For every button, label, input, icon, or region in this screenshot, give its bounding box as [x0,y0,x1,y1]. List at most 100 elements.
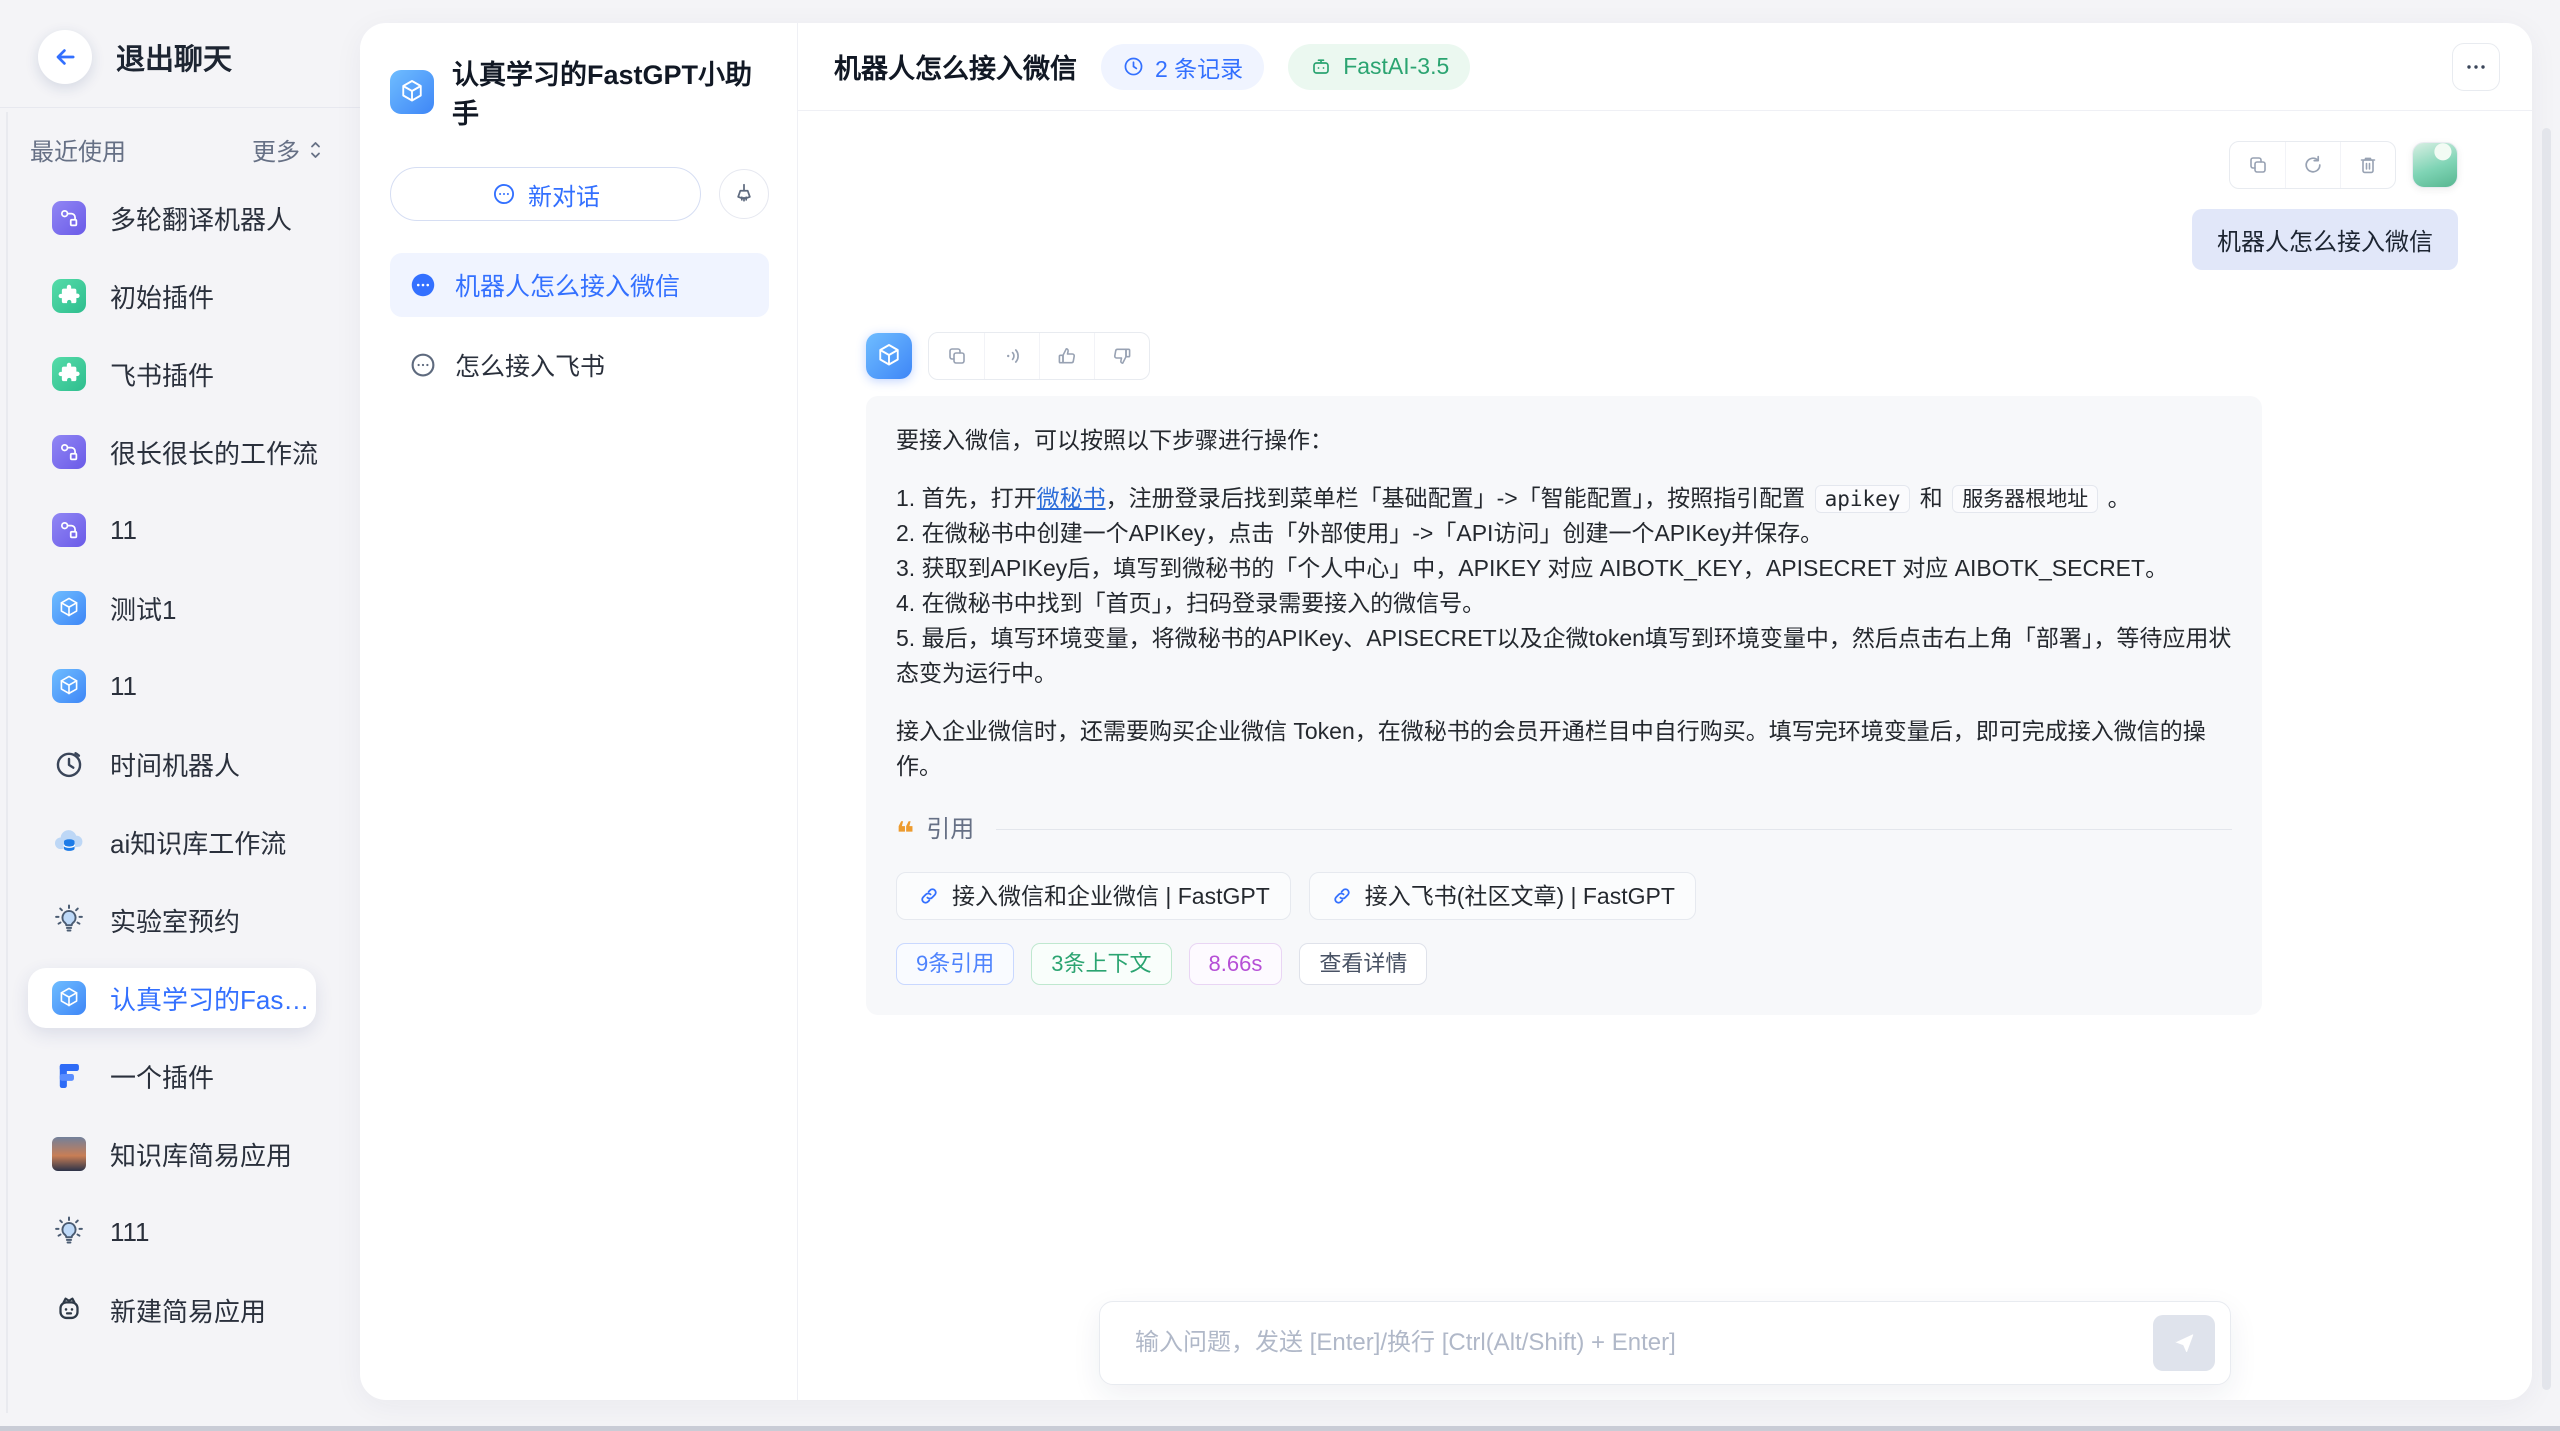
more-button[interactable]: 更多 [252,132,324,167]
quote-icon: ❝ [896,818,914,849]
workflow-icon [52,201,86,235]
page-scrollbar[interactable] [2542,128,2551,1390]
sidebar-app-list: 多轮翻译机器人初始插件飞书插件很长很长的工作流 11 测试1 11 时间机器人 ai知识库… [0,167,360,1349]
plugin-icon [52,279,86,313]
sidebar-item-11-cube[interactable]: 11 [0,647,360,725]
sidebar-item-chushi-chajian[interactable]: 初始插件 [0,257,360,335]
sidebar-item-label: 时间机器人 [110,746,240,783]
user-message-bubble: 机器人怎么接入微信 [2192,209,2458,270]
exit-chat-button[interactable]: 退出聊天 [0,0,360,84]
assistant-avatar [866,333,912,379]
kb-icon [52,825,86,859]
assistant-step: 1. 首先，打开微秘书，注册登录后找到菜单栏「基础配置」->「智能配置」，按照指… [896,481,2232,516]
assistant-message-card: 要接入微信，可以按照以下步骤进行操作： 1. 首先，打开微秘书，注册登录后找到菜… [866,396,2262,1015]
retry-icon[interactable] [2285,142,2340,188]
assistant-step: 5. 最后，填写环境变量，将微秘书的APIKey、APISECRET以及企微to… [896,621,2232,691]
back-arrow-icon[interactable] [38,30,92,84]
citation-list: 接入微信和企业微信 | FastGPT 接入飞书(社区文章) | FastGPT [896,872,2232,920]
citation-label: 接入飞书(社区文章) | FastGPT [1365,879,1675,914]
sidebar-item-label: 11 [110,671,137,702]
plugin-icon [52,357,86,391]
inline-link[interactable]: 微秘书 [1037,485,1106,511]
assistant-message-actions [928,332,1150,380]
workflow-icon [52,513,86,547]
chat-panel: 机器人怎么接入微信 2 条记录 FastAI-3.5 [798,23,2532,1400]
response-tag-green[interactable]: 3条上下文 [1031,943,1171,985]
message-input[interactable] [1135,1329,2153,1357]
bulb-icon [52,1215,86,1249]
sidebar-scroll-track [6,112,8,1413]
sidebar-item-shijian-robot[interactable]: 时间机器人 [0,725,360,803]
copy-icon[interactable] [929,333,984,379]
sidebar-item-label: 新建简易应用 [110,1292,266,1329]
sidebar-item-henchang-workflow[interactable]: 很长很长的工作流 [0,413,360,491]
sidebar-item-feishu-chajian[interactable]: 飞书插件 [0,335,360,413]
chat-bubble-icon [408,350,438,380]
citation-chip-1[interactable]: 接入飞书(社区文章) | FastGPT [1309,872,1696,920]
delete-icon[interactable] [2340,142,2395,188]
sidebar-item-label: 11 [110,515,137,546]
assistant-step: 3. 获取到APIKey后，填写到微秘书的「个人中心」中，APIKEY 对应 A… [896,551,2232,586]
citation-chip-0[interactable]: 接入微信和企业微信 | FastGPT [896,872,1291,920]
thumbs-down-icon[interactable] [1094,333,1149,379]
thumbs-up-icon[interactable] [1039,333,1094,379]
response-tag-gray[interactable]: 查看详情 [1299,943,1427,985]
sidebar-item-label: 很长很长的工作流 [110,434,318,471]
user-message: 机器人怎么接入微信 [866,141,2458,270]
sidebar-item-label: 一个插件 [110,1058,214,1095]
cube-icon [52,591,86,625]
user-avatar [2412,142,2458,188]
sidebar-item-111[interactable]: 111 [0,1193,360,1271]
sidebar-item-fastgpt-helper[interactable]: 认真学习的FastGPT... [28,968,316,1028]
chat-bubble-icon [408,270,438,300]
response-tag-purple[interactable]: 8.66s [1189,943,1283,985]
inline-code: 服务器根地址 [1952,485,2098,513]
tag-list: 9条引用 3条上下文 8.66s 查看详情 [896,943,2232,985]
new-chat-button[interactable]: 新对话 [390,167,701,221]
exit-chat-label: 退出聊天 [116,36,232,78]
bulb-icon [52,903,86,937]
chat-bubble-icon [491,181,517,207]
assistant-step: 4. 在微秘书中找到「首页」，扫码登录需要接入的微信号。 [896,586,2232,621]
sidebar-item-zhishiku-app[interactable]: 知识库简易应用 [0,1115,360,1193]
send-icon [2171,1330,2197,1356]
sidebar-item-ceshi1[interactable]: 测试1 [0,569,360,647]
clock-icon [1122,55,1145,78]
message-input-card [1099,1301,2231,1385]
assistant-steps: 1. 首先，打开微秘书，注册登录后找到菜单栏「基础配置」->「智能配置」，按照指… [896,481,2232,691]
window-bottom-edge [0,1426,2560,1431]
conversation-item-1[interactable]: 怎么接入飞书 [390,333,769,397]
chat-more-button[interactable] [2452,43,2500,91]
quote-section: ❝ 引用 [896,812,2232,848]
sidebar-item-label: 111 [110,1217,150,1248]
cube-icon [52,981,86,1015]
sidebar-item-11-workflow[interactable]: 11 [0,491,360,569]
copy-icon[interactable] [2230,142,2285,188]
send-button[interactable] [2153,1315,2215,1371]
sidebar-item-label: 认真学习的FastGPT... [110,980,316,1017]
records-badge[interactable]: 2 条记录 [1101,44,1264,90]
sidebar-item-label: 多轮翻译机器人 [110,200,292,237]
conversation-panel: 认真学习的FastGPT小助手 新对话 机器人怎么接入微信怎么接入飞书 [360,23,798,1400]
sidebar-item-duolun-fanyi[interactable]: 多轮翻译机器人 [0,179,360,257]
conversation-item-0[interactable]: 机器人怎么接入微信 [390,253,769,317]
app-title: 认真学习的FastGPT小助手 [452,53,769,131]
sidebar-item-shiyanshi[interactable]: 实验室预约 [0,881,360,959]
quote-label: 引用 [926,812,974,848]
sidebar-item-ai-zhishiku[interactable]: ai知识库工作流 [0,803,360,881]
assistant-intro: 要接入微信，可以按照以下步骤进行操作： [896,423,2232,458]
response-tag-blue[interactable]: 9条引用 [896,943,1014,985]
assistant-outro: 接入企业微信时，还需要购买企业微信 Token，在微秘书的会员开通栏目中自行购买… [896,714,2232,784]
sidebar-item-xinjian-app[interactable]: 新建简易应用 [0,1271,360,1349]
app-window: 退出聊天 最近使用 更多 多轮翻译机器人初始插件飞书插件很长很长的工作流 11 测试… [0,0,2560,1431]
chat-title: 机器人怎么接入微信 [834,47,1077,86]
read-aloud-icon[interactable] [984,333,1039,379]
clear-history-button[interactable] [719,169,769,219]
link-icon [1330,884,1354,908]
sidebar-item-yige-chajian[interactable]: 一个插件 [0,1037,360,1115]
workflow-icon [52,435,86,469]
chat-body: 机器人怎么接入微信 [798,111,2532,1400]
fplugin-icon [52,1059,86,1093]
model-badge[interactable]: FastAI-3.5 [1288,44,1470,90]
recent-used-label: 最近使用 [30,132,126,167]
